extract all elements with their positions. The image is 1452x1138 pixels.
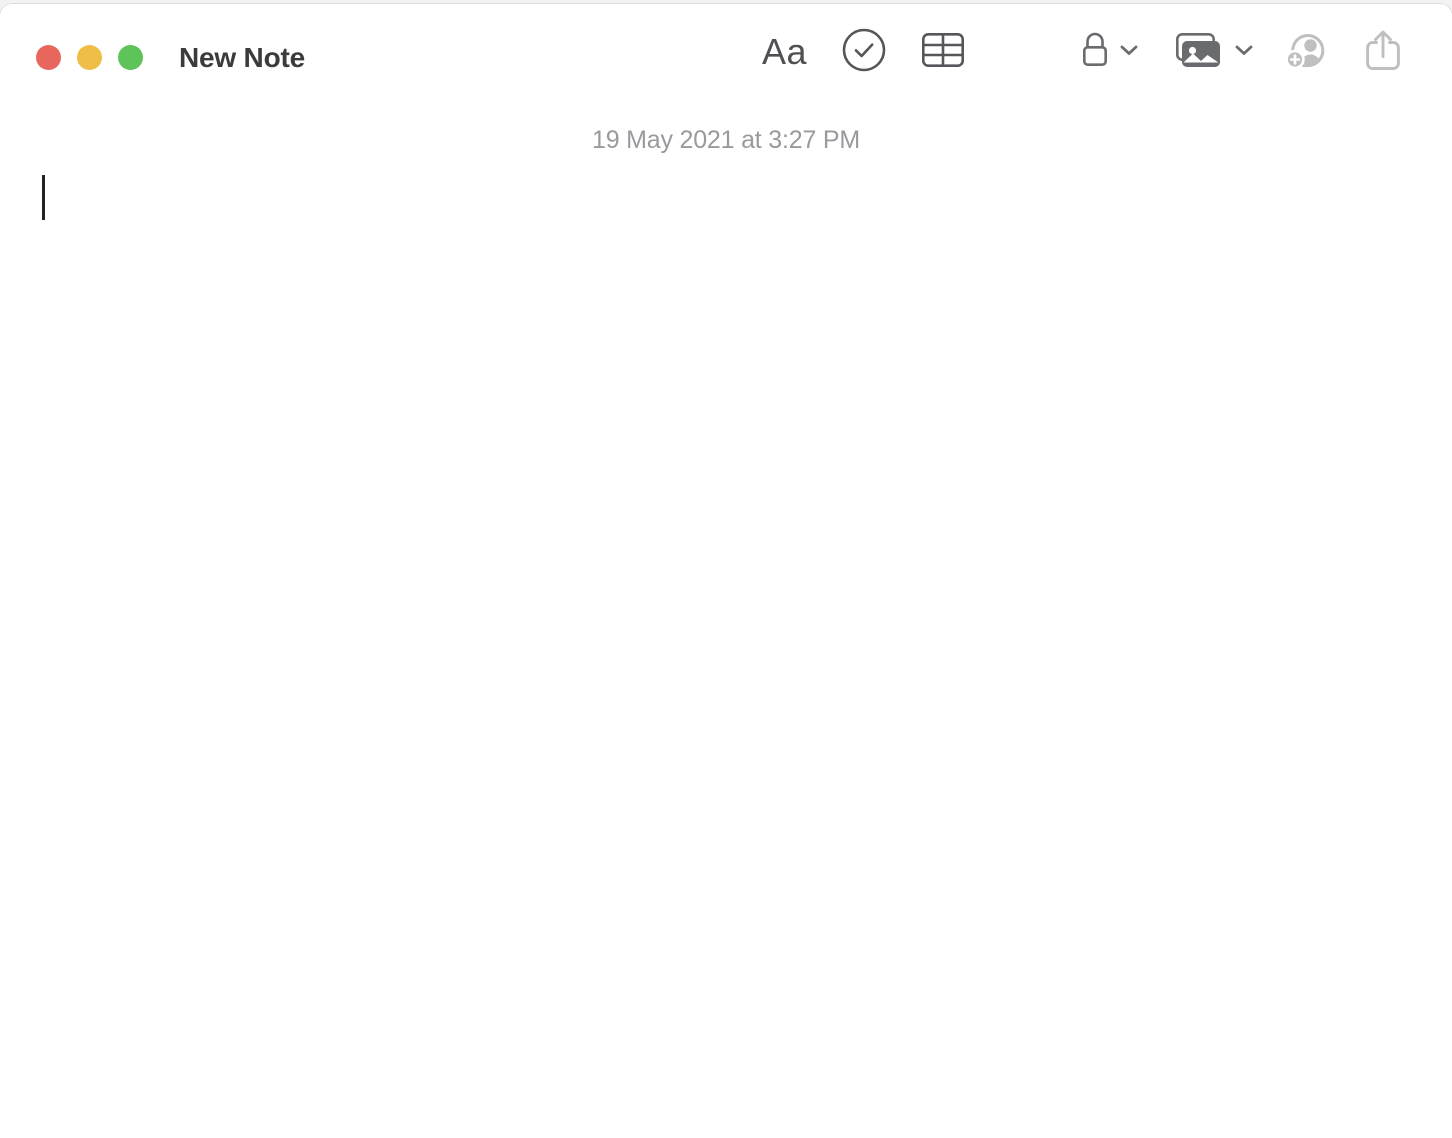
maximize-button[interactable]	[118, 45, 143, 70]
format-button[interactable]: Aa	[762, 32, 807, 72]
toolbar-format-group: Aa	[762, 4, 965, 100]
page-title: New Note	[179, 42, 305, 73]
note-body[interactable]: 19 May 2021 at 3:27 PM	[0, 100, 1452, 1138]
toolbar-actions-group	[1078, 4, 1402, 100]
close-button[interactable]	[36, 45, 61, 70]
format-aa-icon: Aa	[762, 31, 808, 72]
note-editor[interactable]	[42, 175, 1412, 1138]
checklist-button[interactable]	[841, 27, 887, 78]
note-timestamp: 19 May 2021 at 3:27 PM	[592, 126, 860, 154]
add-person-icon	[1284, 28, 1334, 77]
lock-icon	[1078, 28, 1112, 77]
chevron-down-icon[interactable]	[1119, 43, 1139, 62]
checkmark-circle-icon	[841, 27, 887, 78]
notes-window: New Note Aa 19 May 2021 at 3:27 PM	[0, 4, 1452, 1138]
share-icon	[1364, 27, 1402, 78]
desktop-background: •• •••• • ••• • •• ••• • •• New Note Aa	[0, 0, 1452, 1138]
lock-note-button[interactable]	[1078, 28, 1139, 77]
minimize-button[interactable]	[77, 45, 102, 70]
media-button[interactable]	[1169, 28, 1254, 77]
share-button[interactable]	[1364, 27, 1402, 78]
collaborate-button[interactable]	[1284, 28, 1334, 77]
table-button[interactable]	[921, 31, 965, 74]
titlebar[interactable]: New Note Aa	[0, 4, 1452, 100]
table-icon	[921, 31, 965, 74]
traffic-lights	[36, 45, 143, 70]
text-caret	[42, 175, 45, 220]
photos-icon	[1169, 28, 1227, 77]
chevron-down-icon[interactable]	[1234, 43, 1254, 62]
